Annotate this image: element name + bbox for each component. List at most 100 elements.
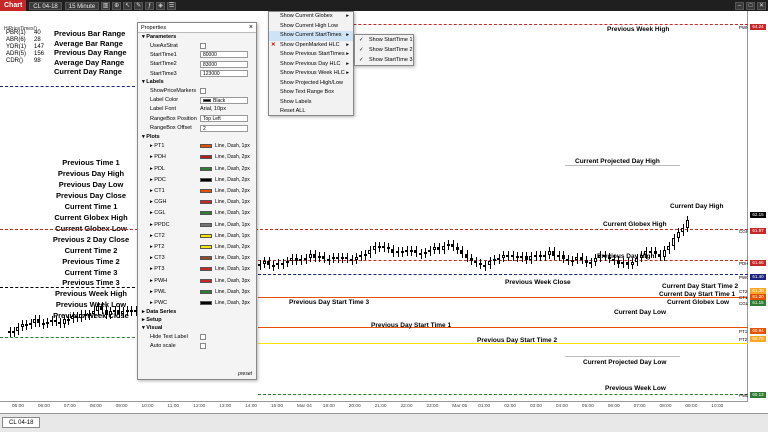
auto-scale-checkbox[interactable] bbox=[200, 343, 206, 350]
plot-style-value[interactable]: Line, Dash, 2px bbox=[200, 154, 250, 160]
prop-label: Label Color bbox=[150, 97, 179, 104]
prop-hide-text-label: Hide Text Label bbox=[138, 332, 256, 341]
interval-selector[interactable]: 15 Minute bbox=[64, 1, 100, 10]
info-row: PBR(1) 40 bbox=[6, 30, 48, 37]
menu-item[interactable]: ✕ Show OpenMarked HLC ▸ bbox=[269, 41, 353, 51]
menu-item[interactable]: Show Projected High/Low bbox=[269, 79, 353, 89]
menu-item[interactable]: Show Text Range Box bbox=[269, 88, 353, 98]
section-parameters[interactable]: ▾ Parameters bbox=[138, 33, 256, 41]
plot-style-value[interactable]: Line, Dash, 1px bbox=[200, 266, 250, 272]
price-axis[interactable]: 64.24 62.15 61.97 61.66 61.40 61.30 61.20 61.15… bbox=[748, 11, 768, 401]
candle bbox=[285, 261, 289, 264]
time-tick: Mar 05 bbox=[452, 404, 468, 409]
prop-start-time-2: StartTime2 83000 bbox=[138, 60, 256, 69]
plot-style-text: Line, Dash, 2px bbox=[215, 188, 250, 195]
candle bbox=[621, 261, 625, 265]
strategy-icon[interactable]: ◈ bbox=[156, 1, 166, 10]
close-icon[interactable]: ✕ bbox=[757, 1, 766, 10]
range-box-offset-input[interactable]: 2 bbox=[200, 124, 248, 132]
menu-item[interactable]: Show Current Globex ▸ bbox=[269, 12, 353, 22]
candle bbox=[570, 259, 574, 262]
candle bbox=[117, 310, 121, 315]
chevron-right-icon: ▸ bbox=[346, 60, 349, 67]
menu-item[interactable]: Show Current StartTimes ▸ bbox=[269, 31, 353, 41]
chart-tab-instrument[interactable]: CL 04-18 bbox=[2, 417, 41, 428]
price-tag-label: CT1 bbox=[739, 294, 748, 300]
color-swatch bbox=[200, 189, 212, 194]
candle bbox=[340, 256, 344, 259]
use-as-strat-checkbox[interactable] bbox=[200, 42, 206, 49]
cursor-icon[interactable]: ↖ bbox=[123, 1, 133, 10]
prop-label: ▸ PPDC bbox=[150, 221, 170, 228]
menu-item[interactable]: Reset ALL bbox=[269, 107, 353, 117]
section-labels[interactable]: ▾ Labels bbox=[138, 78, 256, 86]
menu-item[interactable]: Show Previous StartTimes ▸ bbox=[269, 50, 353, 60]
prop-auto-scale: Auto scale bbox=[138, 342, 256, 351]
chart-label-prev-week-high: Previous Week High bbox=[607, 26, 670, 33]
section-setup[interactable]: ▸ Setup bbox=[138, 316, 256, 324]
menu-item[interactable]: Show Previous Week HLC ▸ bbox=[269, 69, 353, 79]
plot-style-value[interactable]: Line, Dash, 1px bbox=[200, 233, 250, 239]
check-icon: ✓ bbox=[359, 37, 364, 43]
start-time-2-input[interactable]: 83000 bbox=[200, 60, 248, 68]
plot-style-value[interactable]: Line, Dash, 3px bbox=[200, 278, 250, 284]
minimize-icon[interactable]: – bbox=[735, 1, 744, 10]
plot-style-value[interactable]: Line, Dash, 2px bbox=[200, 166, 250, 172]
instrument-selector[interactable]: CL 04-18 bbox=[29, 1, 62, 10]
menu-item[interactable]: Show Previous Day HLC ▸ bbox=[269, 60, 353, 70]
submenu-item[interactable]: ✓ Show StartTime 1 bbox=[355, 35, 413, 45]
time-axis[interactable]: 05:00 06:00 07:00 08:00 09:00 10:00 11:00 12:00… bbox=[0, 401, 748, 413]
candle bbox=[258, 264, 261, 267]
close-icon[interactable]: × bbox=[249, 23, 253, 33]
preset-link[interactable]: preset bbox=[238, 371, 252, 377]
prop-plot-ct3: ▸ CT3 Line, Dash, 1px bbox=[138, 253, 256, 264]
properties-icon[interactable]: ☰ bbox=[167, 1, 177, 10]
section-visual[interactable]: ▾ Visual bbox=[138, 324, 256, 332]
maximize-icon[interactable]: □ bbox=[746, 1, 755, 10]
color-swatch bbox=[200, 177, 212, 182]
app-window: Chart CL 04-18 15 Minute ▥ ⊕ ↖ ✎ ƒ ◈ ☰ –… bbox=[0, 0, 768, 432]
candle bbox=[386, 247, 390, 250]
candle bbox=[33, 318, 37, 324]
plot-style-value[interactable]: Line, Dash, 1px bbox=[200, 199, 250, 205]
plot-style-value[interactable]: Line, Dash, 3px bbox=[200, 300, 250, 306]
start-time-1-input[interactable]: 80000 bbox=[200, 51, 248, 59]
price-tag: 61.40 bbox=[750, 274, 766, 280]
chevron-right-icon: ▸ bbox=[346, 70, 349, 76]
show-price-markers-checkbox[interactable] bbox=[200, 87, 206, 94]
label-color-select[interactable]: Black bbox=[200, 96, 248, 104]
zoom-icon[interactable]: ⊕ bbox=[112, 1, 122, 10]
submenu-item[interactable]: ✓ Show StartTime 3 bbox=[355, 55, 413, 65]
menu-item[interactable]: Show Current High Low bbox=[269, 22, 353, 32]
draw-icon[interactable]: ✎ bbox=[134, 1, 144, 10]
range-box-position-select[interactable]: Top Left bbox=[200, 115, 248, 123]
plot-style-value[interactable]: Line, Dash, 1px bbox=[200, 210, 250, 216]
plot-style-value[interactable]: Line, Dash, 1px bbox=[200, 143, 250, 149]
plot-style-value[interactable]: Line, Dash, 2px bbox=[200, 177, 250, 183]
label-font-value[interactable]: Arial, 10px bbox=[200, 106, 226, 112]
submenu-item[interactable]: ✓ Show StartTime 2 bbox=[355, 45, 413, 55]
candle bbox=[271, 264, 275, 267]
plot-style-value[interactable]: Line, Dash, 3px bbox=[200, 289, 250, 295]
section-data-series[interactable]: ▸ Data Series bbox=[138, 308, 256, 316]
start-time-3-input[interactable]: 123000 bbox=[200, 70, 248, 78]
plot-style-value[interactable]: Line, Dash, 1px bbox=[200, 255, 250, 261]
indicator-icon[interactable]: ƒ bbox=[145, 1, 155, 10]
time-tick: 09:00 bbox=[685, 404, 698, 409]
color-swatch bbox=[200, 278, 212, 283]
plot-style-value[interactable]: Line, Dash, 1px bbox=[200, 222, 250, 228]
section-plots[interactable]: ▾ Plots bbox=[138, 133, 256, 141]
range-label: Previous Day Range bbox=[54, 48, 127, 58]
close-icon: ✕ bbox=[271, 41, 276, 48]
plot-style-value[interactable]: Line, Dash, 2px bbox=[200, 244, 250, 250]
menu-item[interactable]: Show Labels bbox=[269, 98, 353, 108]
candle bbox=[483, 264, 487, 267]
chevron-right-icon: ▸ bbox=[346, 32, 349, 38]
chart-menu-button[interactable]: Chart bbox=[0, 0, 27, 11]
time-tick: 07:00 bbox=[633, 404, 646, 409]
chart-panel[interactable]: HiPriceTimes() PBR(1) 40 ABR(6) 28 YDR(1) 147… bbox=[0, 11, 750, 409]
bars-icon[interactable]: ▥ bbox=[101, 1, 111, 10]
plot-style-value[interactable]: Line, Dash, 2px bbox=[200, 188, 250, 194]
candle bbox=[497, 258, 501, 261]
hide-text-label-checkbox[interactable] bbox=[200, 334, 206, 341]
